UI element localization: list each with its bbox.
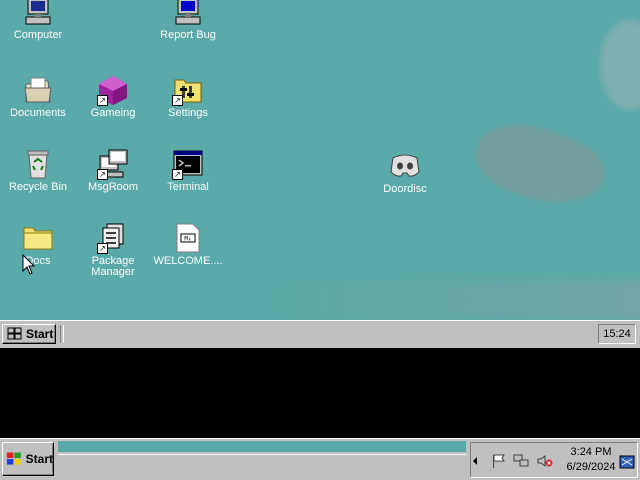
desktop-icon-gaming[interactable]: ↗ Gameing — [76, 74, 150, 119]
gaming-icon: ↗ — [97, 74, 129, 106]
windows-logo-icon — [6, 452, 21, 465]
desktop-icon-package-manager[interactable]: ↗ Package Manager — [76, 222, 150, 278]
tray-date: 6/29/2024 — [566, 461, 616, 473]
wallpaper-shape — [600, 20, 640, 110]
network-icon[interactable] — [513, 454, 529, 468]
settings-icon: ↗ — [172, 74, 204, 106]
screen: Computer Report Bug Documents ↗ Gameing … — [0, 0, 640, 480]
shortcut-arrow-icon: ↗ — [97, 169, 108, 180]
shortcut-arrow-icon: ↗ — [97, 243, 108, 254]
package-manager-icon: ↗ — [97, 222, 129, 254]
icon-label: Computer — [13, 29, 63, 41]
taskbar-separator — [60, 325, 64, 343]
desktop-icon-computer[interactable]: Computer — [1, 0, 75, 41]
shortcut-arrow-icon: ↗ — [172, 169, 183, 180]
computer-icon — [22, 0, 54, 28]
inner-clock: 15:24 — [598, 324, 636, 344]
host-start-button[interactable]: Start — [2, 442, 54, 476]
shortcut-arrow-icon: ↗ — [97, 95, 108, 106]
icon-label: WELCOME.... — [153, 255, 223, 267]
tray-clock[interactable]: 3:24 PM 6/29/2024 — [563, 445, 619, 475]
keyboard-icon[interactable] — [619, 455, 635, 469]
icon-label: Docs — [25, 255, 51, 267]
wallpaper-shape — [467, 111, 613, 219]
icon-label: Doordisc — [383, 183, 427, 195]
start-label: Start — [26, 327, 54, 341]
black-area — [0, 348, 640, 438]
desktop[interactable]: Computer Report Bug Documents ↗ Gameing … — [0, 0, 640, 320]
svg-text:M↓: M↓ — [184, 236, 191, 243]
icon-label: Report Bug — [160, 29, 216, 41]
inner-taskbar: Start 15:24 — [0, 320, 640, 348]
host-taskbar: Start 3:24 PM 6/29/2024 — [0, 438, 640, 480]
terminal-icon: ↗ — [172, 148, 204, 180]
desktop-icon-documents[interactable]: Documents — [1, 74, 75, 119]
icon-label: Gameing — [90, 107, 136, 119]
icon-label: Documents — [10, 107, 66, 119]
shortcut-arrow-icon: ↗ — [172, 95, 183, 106]
msgroom-icon: ↗ — [97, 148, 129, 180]
folder-icon — [22, 222, 54, 254]
icon-label: Package Manager — [91, 255, 135, 278]
desktop-icon-report-bug[interactable]: Report Bug — [151, 0, 225, 41]
icon-label: Recycle Bin — [8, 181, 68, 193]
desktop-icon-docs[interactable]: Docs — [1, 222, 75, 267]
taskbar-button-area[interactable] — [58, 454, 466, 478]
recycle-bin-icon — [22, 148, 54, 180]
volume-muted-icon[interactable] — [537, 454, 553, 468]
start-label: Start — [25, 452, 53, 466]
desktop-icon-settings[interactable]: ↗ Settings — [151, 74, 225, 119]
doordisc-icon — [389, 150, 421, 182]
desktop-icon-doordisc[interactable]: Doordisc — [368, 150, 442, 195]
desktop-icon-msgroom[interactable]: ↗ MsgRoom — [76, 148, 150, 193]
wallpaper-haze — [260, 280, 640, 320]
desktop-icon-welcome-file[interactable]: M↓ WELCOME.... — [151, 222, 225, 267]
flag-icon[interactable] — [491, 454, 507, 468]
desktop-icon-terminal[interactable]: ↗ Terminal — [151, 148, 225, 193]
icon-label: Settings — [168, 107, 208, 119]
tray-expand-icon[interactable] — [473, 457, 478, 465]
mouse-cursor-icon — [22, 254, 36, 275]
icon-label: MsgRoom — [87, 181, 139, 193]
system-tray: 3:24 PM 6/29/2024 — [470, 442, 638, 478]
report-bug-icon — [172, 0, 204, 28]
start-logo-icon — [7, 327, 22, 340]
markdown-file-icon: M↓ — [172, 222, 204, 254]
inner-start-button[interactable]: Start — [2, 324, 56, 344]
tray-time: 3:24 PM — [570, 446, 612, 458]
taskbar-window-strip[interactable] — [58, 441, 466, 452]
documents-icon — [22, 74, 54, 106]
desktop-icon-recycle-bin[interactable]: Recycle Bin — [1, 148, 75, 193]
icon-label: Terminal — [167, 181, 209, 193]
